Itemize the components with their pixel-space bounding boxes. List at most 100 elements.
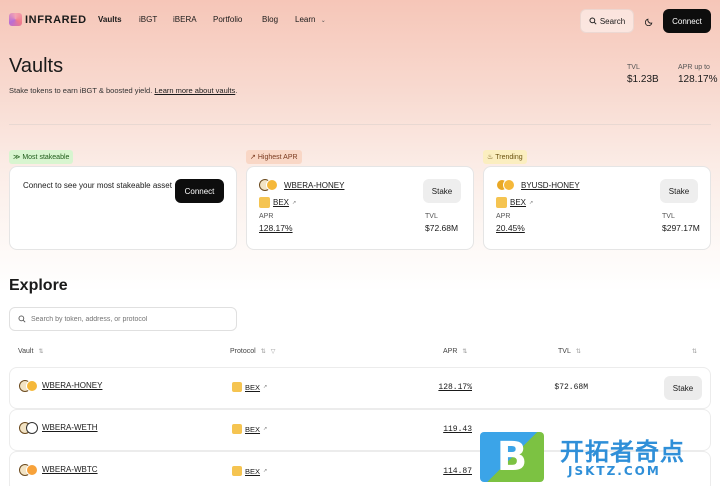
flame-icon: ♨: [487, 154, 494, 161]
trending-tag-label: Trending: [495, 153, 523, 161]
highest-apr-card: WBERA-HONEY BEX ↗ Stake APR 128.17% TVL …: [246, 166, 474, 250]
watermark: B 开拓者奇点 JSKTZ.COM: [480, 430, 720, 486]
page-subtitle: Stake tokens to earn iBGT & boosted yiel…: [9, 86, 238, 95]
column-header-vault[interactable]: Vault ⇅: [18, 348, 43, 355]
bex-icon: [496, 197, 507, 208]
tvl-cell: $72.68M: [554, 383, 588, 392]
nav-link-vaults[interactable]: Vaults: [98, 15, 122, 24]
bex-icon: [232, 424, 242, 434]
trending-tag: ♨ Trending: [483, 150, 527, 164]
apr-stat: APR up to 128.17%: [678, 64, 717, 85]
tvl-stat: TVL $1.23B: [627, 64, 659, 85]
nav-link-ibera[interactable]: iBERA: [173, 15, 197, 24]
vault-name-link[interactable]: WBERA-WETH: [42, 423, 98, 432]
trending-pair-link[interactable]: BYUSD-HONEY: [521, 181, 580, 190]
trending-tvl: TVL $297.17M: [662, 213, 700, 233]
wbera-wbtc-pair-icon: [19, 464, 39, 478]
highest-apr-tag: ↗ Highest APR: [246, 150, 302, 164]
theme-toggle-button[interactable]: [640, 12, 658, 30]
most-stakeable-tag-label: Most stakeable: [22, 153, 70, 161]
connect-button[interactable]: Connect: [663, 9, 711, 33]
column-header-tvl[interactable]: TVL ⇅: [558, 348, 581, 355]
wbera-honey-pair-icon: [19, 380, 39, 394]
logo-icon: [9, 13, 22, 26]
apr-cell: 128.17%: [438, 383, 472, 392]
page-title: Vaults: [9, 55, 64, 77]
header-divider: [9, 124, 711, 125]
bex-icon: [232, 382, 242, 392]
sort-icon: ⇅: [462, 349, 468, 355]
subtitle-text: Stake tokens to earn iBGT & boosted yiel…: [9, 86, 153, 95]
nav-link-blog[interactable]: Blog: [262, 15, 278, 24]
bex-icon: [259, 197, 270, 208]
stake-button[interactable]: Stake: [664, 376, 702, 400]
wbera-weth-pair-icon: [19, 422, 39, 436]
external-link-icon: ↗: [263, 468, 268, 474]
protocol-name: BEX: [245, 382, 261, 392]
external-link-icon: ↗: [529, 199, 534, 206]
explore-title: Explore: [9, 277, 68, 294]
highest-apr-apr-value: 128.17%: [259, 223, 293, 233]
protocol-cell[interactable]: BEX ↗: [232, 466, 267, 476]
trending-tvl-value: $297.17M: [662, 223, 700, 233]
tvl-stat-value: $1.23B: [627, 74, 659, 85]
column-header-actions[interactable]: ⇅: [692, 348, 697, 355]
highest-apr-apr: APR 128.17%: [259, 213, 293, 233]
tvl-stat-label: TVL: [627, 64, 640, 71]
trending-apr: APR 20.45%: [496, 213, 525, 233]
highest-apr-stake-button[interactable]: Stake: [423, 179, 461, 203]
most-stakeable-text: Connect to see your most stakeable asset: [23, 181, 172, 190]
column-header-apr-label: APR: [443, 348, 458, 355]
external-link-icon: ↗: [292, 199, 297, 206]
nav-link-portfolio[interactable]: Portfolio: [213, 15, 242, 24]
sort-icon: ⇅: [38, 349, 44, 355]
trending-protocol-name: BEX: [510, 198, 527, 207]
learn-more-link[interactable]: Learn more about vaults: [154, 86, 235, 95]
watermark-logo: B: [480, 432, 544, 482]
table-row[interactable]: WBERA-HONEY BEX ↗ 128.17% $72.68M Stake: [9, 367, 711, 409]
highest-apr-tag-label: Highest APR: [257, 153, 298, 161]
honey-token-icon: [503, 179, 515, 191]
nav-link-learn[interactable]: Learn ⌄: [295, 15, 326, 24]
wbtc-token-icon: [26, 464, 38, 476]
sort-icon: ⇅: [692, 349, 698, 355]
honey-token-icon: [26, 380, 38, 392]
card-connect-button[interactable]: Connect: [175, 179, 224, 203]
weth-token-icon: [26, 422, 38, 434]
protocol-cell[interactable]: BEX ↗: [232, 424, 267, 434]
protocol-cell[interactable]: BEX ↗: [232, 382, 267, 392]
column-header-apr[interactable]: APR ⇅: [443, 348, 467, 355]
vault-name-link[interactable]: WBERA-HONEY: [42, 381, 102, 390]
watermark-title: 开拓者奇点: [560, 438, 685, 466]
search-icon: [589, 17, 597, 25]
filter-icon[interactable]: ▽: [271, 348, 276, 355]
trending-stake-button[interactable]: Stake: [660, 179, 698, 203]
logo[interactable]: INFRARED: [9, 13, 87, 26]
trending-tvl-label: TVL: [662, 213, 675, 220]
trending-apr-label: APR: [496, 213, 511, 220]
vault-search-field[interactable]: [9, 307, 237, 331]
most-stakeable-card: Connect to see your most stakeable asset…: [9, 166, 237, 250]
sort-icon: ⇅: [260, 349, 266, 355]
trending-protocol[interactable]: BEX ↗: [496, 197, 533, 208]
sort-icon: ⇅: [575, 349, 581, 355]
vault-name-link[interactable]: WBERA-WBTC: [42, 465, 98, 474]
column-header-protocol[interactable]: Protocol ⇅ ▽: [230, 348, 275, 355]
watermark-domain: JSKTZ.COM: [568, 464, 661, 478]
most-stakeable-tag: ≫ Most stakeable: [9, 150, 74, 164]
protocol-name: BEX: [245, 424, 261, 434]
search-button[interactable]: Search: [580, 9, 634, 33]
apr-cell: 119.43: [443, 425, 472, 434]
column-header-vault-label: Vault: [18, 348, 34, 355]
vault-search-input[interactable]: [31, 315, 231, 323]
trending-apr-value: 20.45%: [496, 223, 525, 233]
double-chevron-icon: ≫: [13, 154, 21, 161]
highest-apr-protocol[interactable]: BEX ↗: [259, 197, 296, 208]
external-link-icon: ↗: [263, 384, 268, 390]
search-button-label: Search: [599, 16, 626, 26]
nav-link-ibgt[interactable]: iBGT: [139, 15, 157, 24]
highest-apr-tvl-label: TVL: [425, 213, 438, 220]
highest-apr-pair-link[interactable]: WBERA-HONEY: [284, 181, 344, 190]
external-link-icon: ↗: [263, 426, 268, 432]
bex-icon: [232, 466, 242, 476]
